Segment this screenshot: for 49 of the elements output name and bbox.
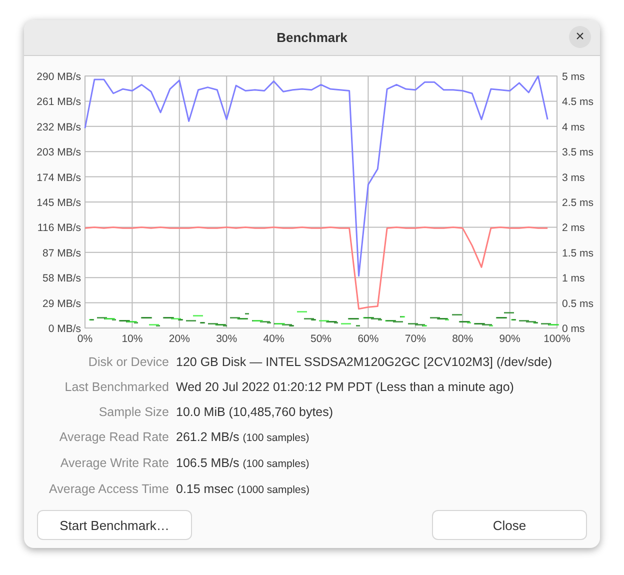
info-label: Disk or Device — [87, 354, 169, 371]
axis-label: 100% — [544, 333, 570, 345]
axis-label: 30% — [216, 333, 238, 345]
info-label: Average Write Rate — [59, 455, 169, 472]
axis-label: 261 MB/s — [36, 96, 81, 108]
axis-label: 145 MB/s — [36, 197, 81, 209]
axis-label: 1 ms — [562, 272, 585, 285]
axis-label: 87 MB/s — [42, 247, 81, 260]
info-value: 10.0 MiB (10,485,760 bytes) — [176, 404, 334, 421]
axis-label: 174 MB/s — [36, 172, 81, 184]
start-benchmark-button[interactable]: Start Benchmark… — [37, 510, 192, 540]
axis-label: 3.5 ms — [562, 146, 594, 159]
info-label: Last Benchmarked — [64, 379, 169, 396]
axis-label: 70% — [404, 333, 426, 345]
axis-label: 3 ms — [562, 172, 585, 184]
axis-label: 29 MB/s — [42, 298, 81, 310]
axis-label: 0 ms — [562, 323, 585, 335]
axis-label: 4 ms — [562, 121, 585, 134]
axis-label: 50% — [310, 333, 332, 345]
axis-label: 290 MB/s — [36, 71, 81, 83]
info-value: 261.2 MB/s (100 samples) — [176, 429, 310, 446]
axis-label: 5 ms — [562, 71, 585, 83]
info-value: 120 GB Disk — INTEL SSDSA2M120G2GC [2CV102M3] (/dev/sde) — [176, 354, 554, 371]
window-title: Benchmark — [276, 30, 348, 45]
axis-label: 2.5 ms — [562, 197, 594, 209]
info-label: Sample Size — [98, 404, 169, 421]
axis-label: 20% — [168, 333, 190, 345]
axis-label: 10% — [122, 333, 143, 345]
axis-label: 4.5 ms — [562, 96, 594, 108]
axis-label: 60% — [358, 333, 379, 345]
axis-label: 1.5 ms — [562, 247, 594, 260]
close-button[interactable]: × — [569, 26, 591, 48]
info-label: Average Access Time — [48, 481, 169, 498]
info-label: Average Read Rate — [58, 429, 169, 446]
axis-label: 232 MB/s — [36, 121, 81, 134]
axis-label: 203 MB/s — [36, 146, 81, 159]
info-value: Wed 20 Jul 2022 01:20:12 PM PDT (Less than a minute ago) — [176, 379, 515, 396]
axis-label: 0.5 ms — [562, 298, 594, 310]
axis-label: 0% — [77, 333, 93, 345]
axis-label: 80% — [452, 333, 474, 345]
close-button[interactable]: Close — [432, 510, 587, 540]
axis-label: 90% — [499, 333, 520, 345]
axis-label: 58 MB/s — [42, 272, 81, 285]
axis-label: 116 MB/s — [37, 222, 81, 234]
axis-label: 2 ms — [562, 222, 585, 234]
info-value: 0.15 msec (1000 samples) — [176, 481, 311, 498]
axis-label: 40% — [263, 333, 284, 345]
info-value: 106.5 MB/s (100 samples) — [176, 455, 310, 472]
axis-label: 0 MB/s — [48, 323, 81, 335]
